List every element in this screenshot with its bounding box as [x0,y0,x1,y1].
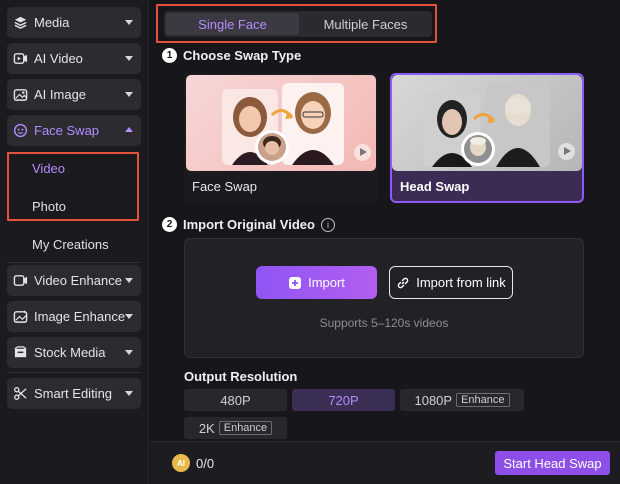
ai-image-icon [13,87,28,102]
sidebar-item-label: Video Enhance [34,273,122,288]
chevron-down-icon [125,20,133,25]
sidebar-item-label: AI Image [34,87,87,102]
face-swap-icon [13,123,28,138]
start-head-swap-button[interactable]: Start Head Swap [495,451,610,475]
sidebar-subitem-video[interactable]: Video [32,161,65,176]
sidebar-item-media[interactable]: Media [7,7,141,38]
import-button[interactable]: Import [256,266,377,299]
credits-value: 0/0 [196,455,215,471]
highlight-frame [7,152,139,221]
sidebar-item-label: Image Enhance [34,309,126,324]
sidebar-item-ai-video[interactable]: AI Video [7,43,141,74]
chevron-down-icon [125,314,133,319]
video-enhance-icon [13,273,28,288]
media-icon [13,15,28,30]
step-number-badge: 2 [162,217,177,232]
output-resolution-title: Output Resolution [184,369,298,384]
swap-type-label: Face Swap [192,179,258,194]
chevron-up-icon [125,127,133,132]
face-mode-tabs: Single Face Multiple Faces [164,11,432,37]
resolution-480p[interactable]: 480P [184,389,287,411]
chevron-down-icon [125,56,133,61]
step-1-title: Choose Swap Type [183,48,302,63]
resolution-label: 720P [328,392,359,408]
swap-type-head-swap-card[interactable]: Head Swap [390,73,584,203]
chevron-down-icon [125,278,133,283]
resolution-2k[interactable]: 2K Enhance [184,417,287,439]
import-from-link-label: Import from link [416,275,506,290]
tab-multiple-faces[interactable]: Multiple Faces [301,13,430,35]
ai-video-icon [13,51,28,66]
import-from-link-button[interactable]: Import from link [389,266,513,299]
sidebar-item-label: Stock Media [34,345,106,360]
resolution-720p[interactable]: 720P [292,389,395,411]
chevron-down-icon [125,350,133,355]
head-swap-preview-image [392,75,582,171]
step-number-badge: 1 [162,48,177,63]
image-enhance-icon [13,309,28,324]
chevron-down-icon [125,92,133,97]
enhance-tag: Enhance [456,393,510,407]
chevron-down-icon [125,391,133,396]
enhance-tag: Enhance [218,421,273,435]
sidebar-divider [7,372,141,373]
sidebar-divider [7,262,141,263]
face-swap-preview-image [186,75,376,171]
smart-editing-icon [13,386,28,401]
resolution-label: 480P [220,392,251,408]
sidebar-item-label: Face Swap [34,123,100,138]
resolution-1080p[interactable]: 1080P Enhance [400,389,524,411]
sidebar: Media AI Video AI Image Face Swap Video … [0,0,149,484]
sidebar-item-label: Media [34,15,70,30]
play-icon [354,144,371,161]
sidebar-item-label: Smart Editing [34,386,113,401]
resolution-label: 1080P [414,392,453,408]
play-icon [558,143,575,160]
sidebar-item-video-enhance[interactable]: Video Enhance [7,265,141,296]
step-2-heading: 2 Import Original Video i [162,217,335,232]
tab-single-face[interactable]: Single Face [166,13,299,35]
info-icon[interactable]: i [320,217,335,232]
link-icon [397,277,409,288]
sidebar-item-smart-editing[interactable]: Smart Editing [7,378,141,409]
swap-type-label: Head Swap [400,179,470,194]
sidebar-item-face-swap[interactable]: Face Swap [7,115,141,146]
step-1-heading: 1 Choose Swap Type [162,48,301,63]
import-label: Import [308,275,345,290]
import-dropzone[interactable]: Import Import from link Supports 5–120s … [184,238,584,358]
sidebar-item-image-enhance[interactable]: Image Enhance [7,301,141,332]
sidebar-item-my-creations[interactable]: My Creations [32,237,109,252]
stock-media-icon [13,345,28,360]
footer-bar: AI 0/0 Start Head Swap [150,441,620,484]
credits-counter: AI 0/0 [172,454,214,472]
sidebar-subitem-photo[interactable]: Photo [32,199,66,214]
ai-credit-icon: AI [172,454,190,472]
main-panel: Single Face Multiple Faces 1 Choose Swap… [150,0,620,484]
import-file-icon [289,276,302,289]
swap-type-face-swap-card[interactable]: Face Swap [184,73,378,203]
resolution-label: 2K [198,420,215,436]
step-2-title: Import Original Video [183,217,315,232]
supported-duration-hint: Supports 5–120s videos [319,316,449,330]
sidebar-item-stock-media[interactable]: Stock Media [7,337,141,368]
sidebar-item-label: AI Video [34,51,83,66]
sidebar-item-ai-image[interactable]: AI Image [7,79,141,110]
